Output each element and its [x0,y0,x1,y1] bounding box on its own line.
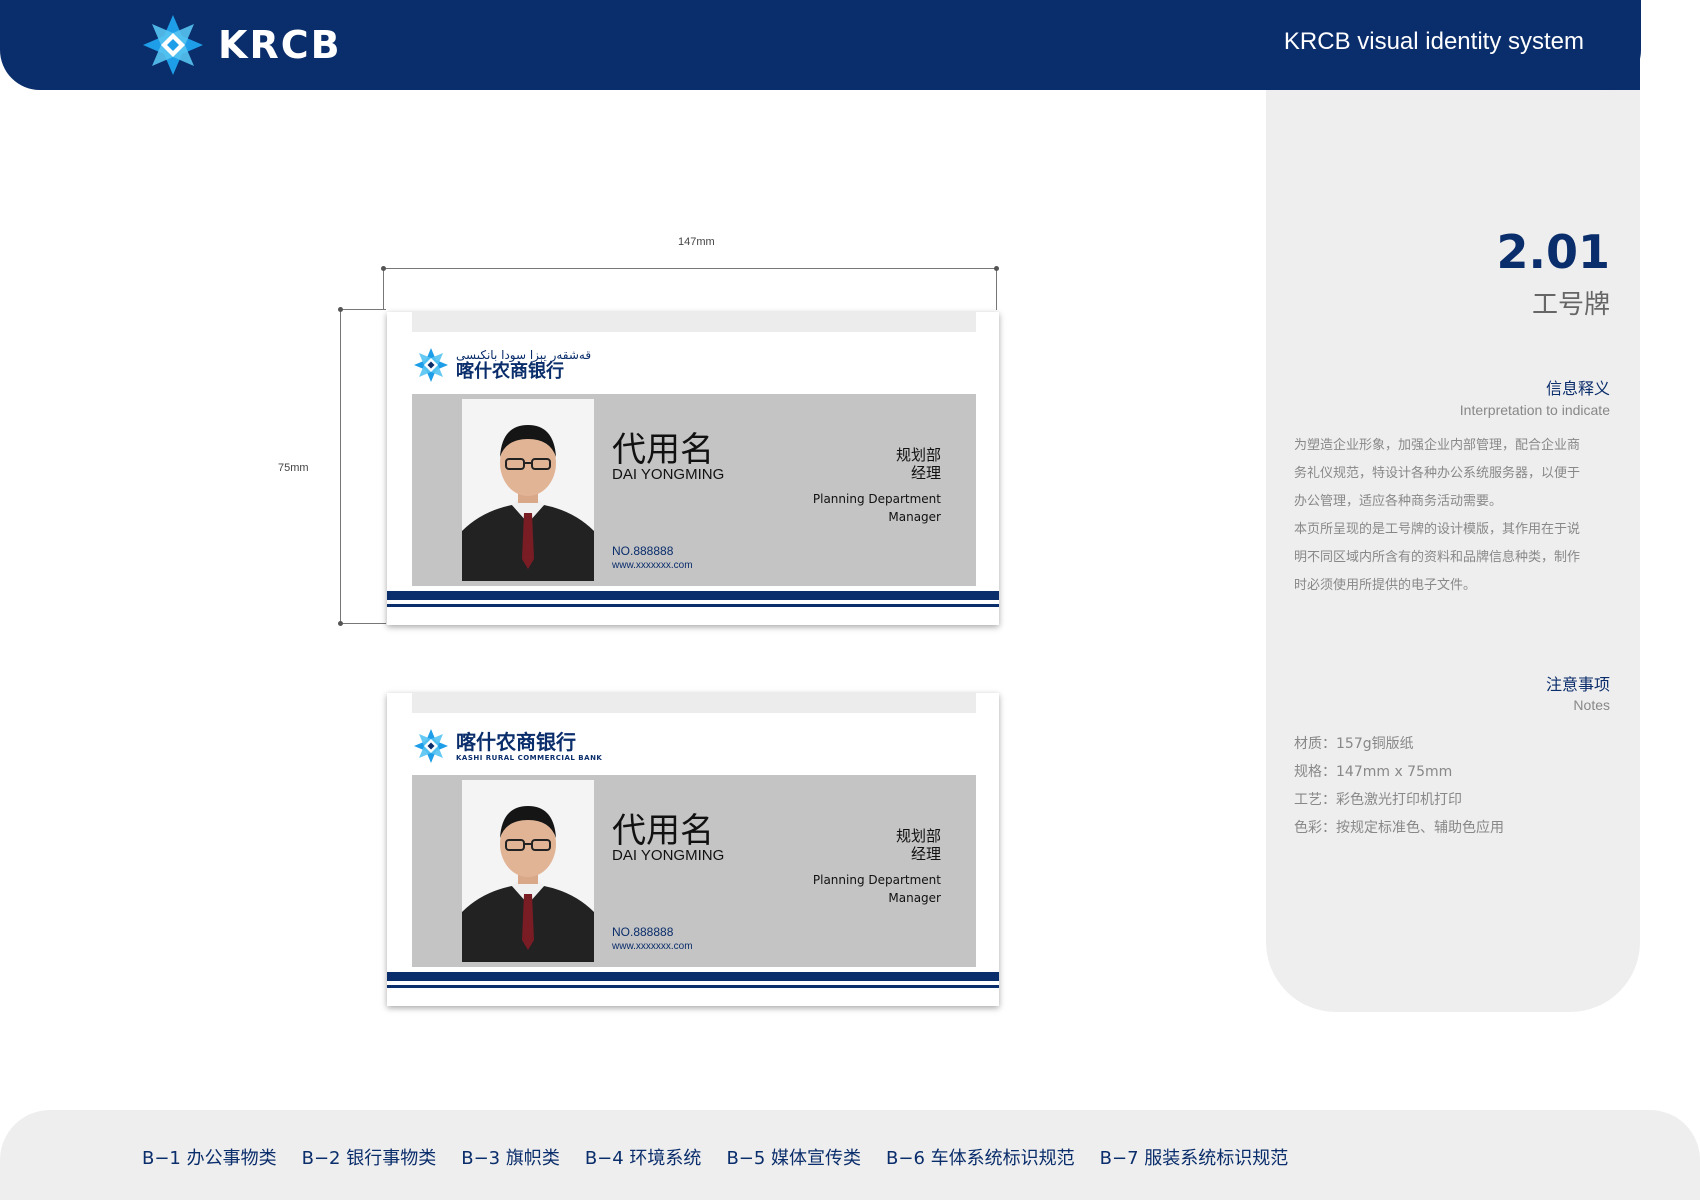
department-en: Planning Department Manager [813,871,941,907]
notes-title: 注意事项 [1545,675,1610,694]
employee-number: NO.888888 [612,925,674,939]
height-dimension-tick-top [340,309,386,310]
job-title-cn: 经理 [910,845,941,863]
website: www.xxxxxxx.com [612,941,693,952]
employee-name-cn: 代用名 [612,430,714,470]
krcb-flower-logo-icon [414,729,448,763]
dimension-dot [338,621,343,626]
header-bar: KRCB KRCB visual identity system [0,0,1641,90]
section-title: 工号牌 [1531,290,1610,320]
job-title-cn: 经理 [910,464,941,482]
employee-name-en: DAI YONGMING [612,466,725,483]
department-name-cn: 规划部 [895,827,941,845]
info-side-panel: 2.01 工号牌 信息释义 Interpretation to indicate… [1266,90,1640,1012]
dimension-dot [338,307,343,312]
note-item: 材质：157g铜版纸 [1294,736,1414,752]
width-dimension-line [383,268,997,269]
notes-list: 材质：157g铜版纸 规格：147mm x 75mm 工艺：彩色激光打印机打印 … [1294,730,1504,842]
card-logo: 喀什农商银行 KASHI RURAL COMMERCIAL BANK [412,727,602,765]
person-photo [462,399,594,581]
info-subtitle: Interpretation to indicate [1459,402,1610,418]
info-line: 时必须使用所提供的电子文件。 [1294,578,1477,593]
info-line: 本页所呈现的是工号牌的设计模版，其作用在于说 [1294,522,1581,537]
logo-chinese-text: 喀什农商银行 [456,361,564,382]
card-top-band [412,693,976,713]
employee-name-en: DAI YONGMING [612,847,725,864]
brand-name: KRCB [218,23,342,67]
brand[interactable]: KRCB [140,12,342,78]
badge-card-english: 喀什农商银行 KASHI RURAL COMMERCIAL BANK 代用名 D… [387,693,999,1006]
card-info-panel: 代用名 DAI YONGMING 规划部 经理 Planning Departm… [412,775,976,967]
info-line: 为塑造企业形象，加强企业内部管理，配合企业商 [1294,438,1581,453]
job-title-en: Manager [888,891,941,905]
header-title: KRCB visual identity system [1283,28,1584,55]
person-photo [462,780,594,962]
card-top-band [412,312,976,332]
info-line: 明不同区域内所含有的资料和品牌信息种类，制作 [1294,550,1581,565]
nav-item-b2[interactable]: B−2 银行事物类 [302,1144,437,1170]
logo-chinese-text: 喀什农商银行 [456,729,576,754]
note-item: 色彩：按规定标准色、辅助色应用 [1294,820,1504,836]
dimension-dot [381,266,386,271]
nav-item-b4[interactable]: B−4 环境系统 [585,1144,702,1170]
section-number: 2.01 [1496,225,1611,279]
card-stripe-thick [387,972,999,981]
card-info-panel: 代用名 DAI YONGMING 规划部 经理 Planning Departm… [412,394,976,586]
width-dimension-tick-left [383,268,384,310]
badge-card-uyghur: قەشقەر يېزا سودا بانكىسى 喀什农商银行 代用名 DAI … [387,312,999,625]
department-cn: 规划部 经理 [896,827,941,863]
height-dimension-tick-bottom [340,623,386,624]
job-title-en: Manager [888,510,941,524]
footer-nav-bar: B−1 办公事物类 B−2 银行事物类 B−3 旗帜类 B−4 环境系统 B−5… [0,1110,1700,1200]
card-stripe-thick [387,591,999,600]
department-name-en: Planning Department [812,492,941,506]
height-dimension-label: 75mm [278,462,309,474]
employee-number: NO.888888 [612,544,674,558]
dimension-dot [994,266,999,271]
note-item: 工艺：彩色激光打印机打印 [1294,792,1462,808]
logo-uyghur-text: قەشقەر يېزا سودا بانكىسى [456,348,592,362]
info-title: 信息释义 [1545,379,1610,398]
employee-name-cn: 代用名 [612,811,714,851]
card-stripe-thin [387,985,999,988]
info-line: 办公管理，适应各种商务活动需要。 [1294,494,1503,509]
nav-item-b7[interactable]: B−7 服装系统标识规范 [1100,1144,1289,1170]
footer-nav: B−1 办公事物类 B−2 银行事物类 B−3 旗帜类 B−4 环境系统 B−5… [142,1144,1288,1170]
note-item: 规格：147mm x 75mm [1294,764,1453,780]
krcb-flower-logo-icon [143,15,203,75]
card-stripe-thin [387,604,999,607]
card-logo: قەشقەر يېزا سودا بانكىسى 喀什农商银行 [412,346,591,384]
department-cn: 规划部 经理 [896,446,941,482]
nav-item-b6[interactable]: B−6 车体系统标识规范 [886,1144,1075,1170]
width-dimension-tick-right [996,268,997,310]
notes-subtitle: Notes [1573,697,1610,713]
height-dimension-line [340,309,341,623]
nav-item-b5[interactable]: B−5 媒体宣传类 [726,1144,861,1170]
info-line: 务礼仪规范，特设计各种办公系统服务器，以便于 [1294,466,1581,481]
department-name-en: Planning Department [812,873,941,887]
krcb-flower-logo-icon [414,348,448,382]
department-name-cn: 规划部 [895,446,941,464]
info-paragraph: 为塑造企业形象，加强企业内部管理，配合企业商 务礼仪规范，特设计各种办公系统服务… [1294,432,1612,600]
nav-item-b3[interactable]: B−3 旗帜类 [461,1144,560,1170]
width-dimension-label: 147mm [678,236,715,248]
nav-item-b1[interactable]: B−1 办公事物类 [142,1144,277,1170]
logo-english-text: KASHI RURAL COMMERCIAL BANK [456,753,603,762]
department-en: Planning Department Manager [813,490,941,526]
website: www.xxxxxxx.com [612,560,693,571]
